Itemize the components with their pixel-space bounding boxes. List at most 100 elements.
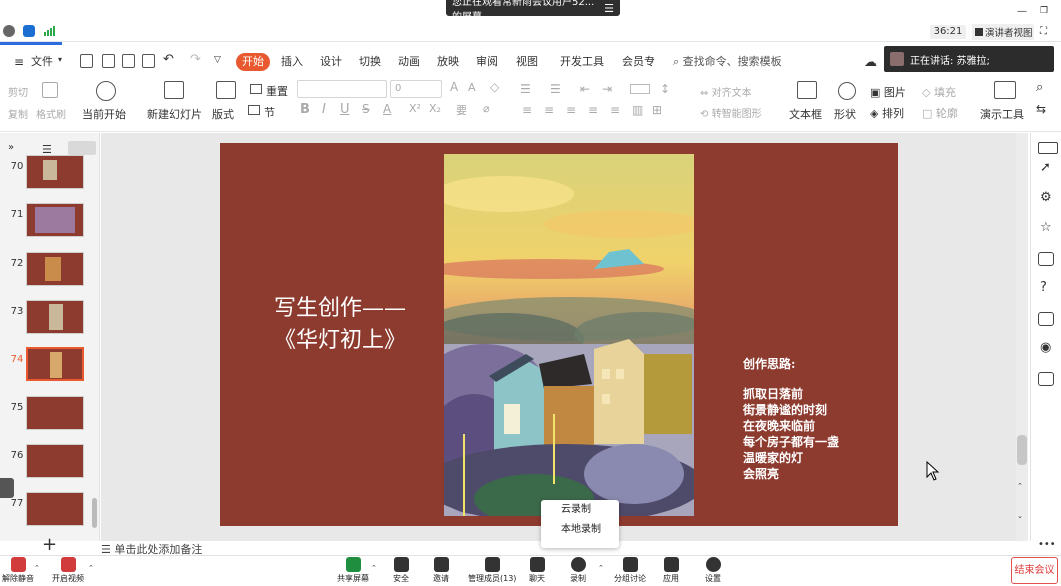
file-menu[interactable]: 文件 — [31, 53, 53, 71]
slide-thumbnail-selected[interactable] — [26, 347, 84, 381]
play-icon[interactable] — [96, 81, 116, 101]
layout-icon[interactable] — [216, 81, 236, 99]
chevron-up-icon[interactable]: ⌃ — [34, 564, 40, 572]
cloud-record-option[interactable]: 云录制 — [541, 500, 619, 520]
fill-button[interactable]: ◇ 填充 — [922, 84, 956, 100]
painting-image[interactable] — [444, 154, 694, 516]
tab-design[interactable]: 设计 — [320, 53, 342, 71]
slide-notes-text[interactable]: 创作思路: 抓取日落前 街景静谧的时刻 在夜晚来临前 每个房子都有一盏 温暖家的… — [743, 356, 839, 482]
underline-icon[interactable]: U — [340, 102, 350, 117]
justify-icon[interactable]: ≡ — [588, 103, 598, 117]
presentation-tools-button[interactable]: 演示工具 — [980, 106, 1024, 122]
apps-button[interactable]: 应用 — [663, 557, 679, 584]
align-left-icon[interactable]: ≡ — [522, 103, 532, 117]
fullscreen-icon[interactable]: ⛶ — [1040, 26, 1047, 37]
align-center-icon[interactable]: ≡ — [544, 103, 554, 117]
info-icon[interactable] — [3, 25, 15, 37]
tab-animation[interactable]: 动画 — [398, 53, 420, 71]
scrollbar-thumb[interactable] — [1017, 435, 1027, 465]
command-search[interactable]: ⌕ 查找命令、搜索模板 — [673, 53, 782, 69]
font-name-select[interactable] — [297, 80, 387, 98]
font-color-icon[interactable]: A — [383, 102, 391, 116]
collapse-panel-icon[interactable]: » — [8, 142, 14, 153]
book-icon[interactable] — [1038, 372, 1054, 386]
superscript-icon[interactable]: X² — [409, 102, 421, 115]
save-icon[interactable] — [80, 54, 93, 68]
chevron-down-icon[interactable]: ▾ — [58, 55, 62, 64]
location-icon[interactable]: ◉ — [1040, 340, 1051, 355]
tab-slideshow[interactable]: 放映 — [437, 53, 459, 71]
invite-button[interactable]: 邀请 — [433, 557, 449, 584]
slide-thumbnail[interactable] — [26, 300, 84, 334]
outline-button[interactable]: □ 轮廓 — [922, 105, 958, 121]
comment-icon[interactable] — [1038, 252, 1054, 266]
cut-button[interactable]: 剪切 — [8, 84, 28, 99]
manage-members-button[interactable]: 管理成员(13) — [468, 557, 516, 584]
line-spacing-icon[interactable]: ↕ — [660, 82, 670, 96]
format-painter-icon[interactable] — [42, 82, 58, 98]
vertical-scrollbar[interactable] — [1016, 133, 1028, 541]
tab-view[interactable]: 视图 — [516, 53, 538, 71]
panel-scrollbar[interactable] — [92, 498, 97, 528]
collapse-sidebar-icon[interactable] — [1038, 142, 1058, 154]
arrange-button[interactable]: ◈ 排列 — [870, 105, 904, 121]
indent-increase-icon[interactable]: ⇥ — [602, 82, 612, 96]
view-mode-button[interactable]: 演讲者视图 — [972, 24, 1034, 40]
distribute-icon[interactable]: ≡ — [610, 103, 620, 117]
security-button[interactable]: 安全 — [393, 557, 409, 584]
slide-thumbnail[interactable] — [26, 492, 84, 526]
hamburger-icon[interactable]: ≡ — [14, 55, 24, 69]
copy-button[interactable]: 复制 — [8, 106, 28, 121]
highlight-icon[interactable]: ⌀ — [483, 102, 490, 115]
reset-button[interactable]: 重置 — [266, 83, 288, 99]
columns-icon[interactable]: ▥ — [632, 103, 643, 117]
strikethrough-icon[interactable]: S — [362, 102, 370, 116]
text-box-icon[interactable]: ⊞ — [652, 103, 662, 117]
numbering-icon[interactable]: ☰ — [550, 82, 561, 96]
chevron-up-icon[interactable]: ⌃ — [88, 564, 94, 572]
local-record-option[interactable]: 本地录制 — [541, 520, 619, 540]
chevron-up-icon[interactable]: ⌃ — [598, 564, 604, 572]
breakout-button[interactable]: 分组讨论 — [614, 557, 646, 584]
settings-sliders-icon[interactable]: ⚙ — [1040, 190, 1052, 205]
menu-icon[interactable]: ☰ — [604, 2, 614, 15]
share-screen-button[interactable]: 共享屏幕 — [337, 557, 369, 584]
help-icon[interactable]: ? — [1040, 280, 1047, 295]
tab-transition[interactable]: 切换 — [359, 53, 381, 71]
tab-insert[interactable]: 插入 — [281, 53, 303, 71]
align-text-button[interactable]: ⇔ 对齐文本 — [700, 84, 752, 99]
record-button[interactable]: 录制 — [570, 557, 586, 584]
side-menu-handle[interactable] — [0, 478, 14, 498]
minimize-icon[interactable]: — — [1017, 6, 1027, 17]
chat-button[interactable]: 聊天 — [529, 557, 545, 584]
tab-home[interactable]: 开始 — [236, 53, 270, 71]
slide-thumbnail[interactable] — [26, 252, 84, 286]
section-button[interactable]: 节 — [264, 104, 275, 120]
customize-icon[interactable]: ▽ — [214, 55, 221, 65]
layout-button[interactable]: 版式 — [212, 106, 234, 122]
textbox-icon[interactable] — [797, 81, 817, 99]
add-slide-icon[interactable]: + — [42, 534, 57, 555]
clear-format-icon[interactable]: ◇ — [490, 80, 499, 94]
chevron-up-icon[interactable]: ⌃ — [371, 564, 377, 572]
shape-button[interactable]: 形状 — [834, 106, 856, 122]
section-icon[interactable] — [248, 105, 260, 115]
picture-button[interactable]: ▣ 图片 — [870, 84, 906, 100]
image-edit-icon[interactable] — [1038, 312, 1054, 326]
export-pdf-icon[interactable] — [102, 54, 115, 68]
start-video-button[interactable]: 开启视频 — [52, 557, 84, 584]
indent-decrease-icon[interactable]: ⇤ — [580, 82, 590, 96]
bullets-icon[interactable]: ☰ — [520, 82, 531, 96]
next-slide-icon[interactable]: ⌄ — [1017, 512, 1023, 520]
italic-icon[interactable]: I — [322, 102, 326, 117]
text-direction-icon[interactable] — [630, 84, 650, 94]
replace-icon[interactable]: ⇆ — [1036, 102, 1046, 116]
format-painter-button[interactable]: 格式刷 — [36, 106, 66, 121]
print-icon[interactable] — [122, 54, 135, 68]
end-meeting-button[interactable]: 结束会议 — [1011, 557, 1058, 584]
undo-icon[interactable]: ↶ — [163, 52, 174, 67]
print-preview-icon[interactable] — [142, 54, 155, 68]
more-options-icon[interactable]: ••• — [1038, 539, 1056, 550]
align-right-icon[interactable]: ≡ — [566, 103, 576, 117]
settings-button[interactable]: 设置 — [705, 557, 721, 584]
